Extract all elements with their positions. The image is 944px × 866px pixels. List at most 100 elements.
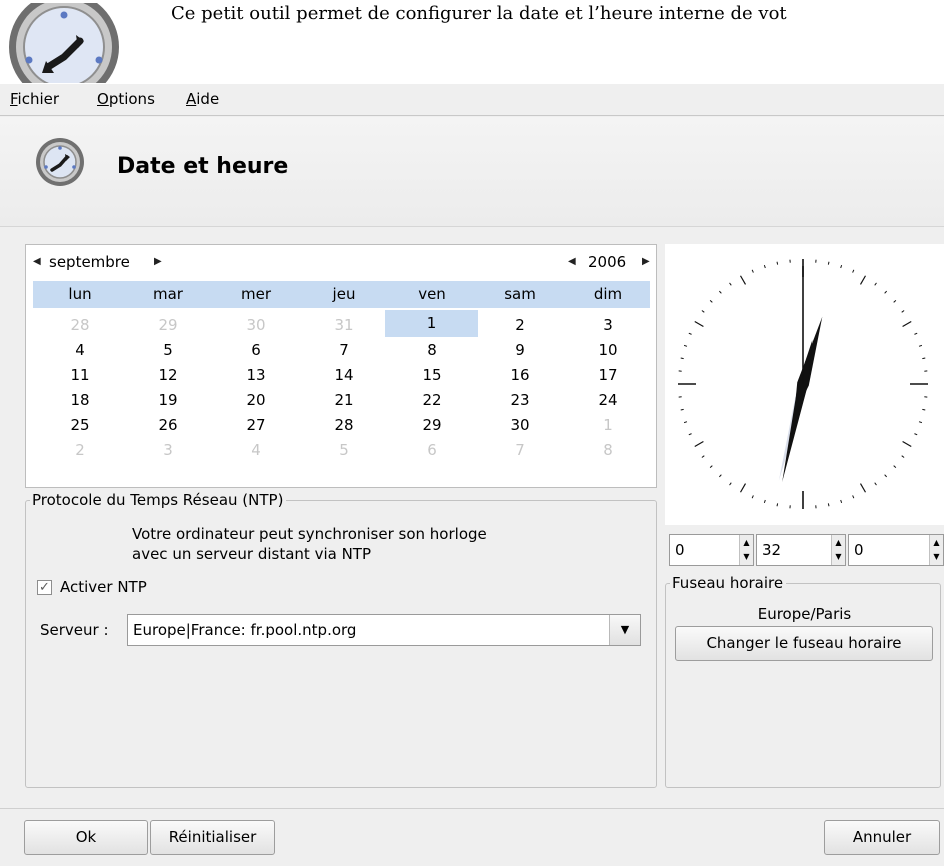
calendar-day[interactable]: 28 [40, 313, 120, 337]
menu-aide-label: ide [196, 90, 220, 108]
weekday-dim: dim [593, 285, 623, 303]
enable-ntp-label[interactable]: Activer NTP [60, 577, 147, 597]
ok-button[interactable]: Ok [24, 820, 148, 855]
enable-ntp-checkbox[interactable]: ✓ [37, 580, 52, 595]
calendar[interactable]: ◀ septembre ▶ ◀ 2006 ▶ lun mar mer jeu ven sa… [25, 244, 657, 488]
calendar-day[interactable]: 11 [40, 363, 120, 387]
calendar-day[interactable]: 1 [385, 310, 478, 337]
chevron-down-icon[interactable]: ▼ [609, 615, 640, 645]
seconds-spin-buttons: ▲ ▼ [929, 535, 943, 565]
hours-up-icon[interactable]: ▲ [740, 536, 753, 550]
calendar-day[interactable]: 22 [392, 388, 472, 412]
menu-fichier[interactable]: Fichier [10, 89, 59, 109]
calendar-day[interactable]: 23 [480, 388, 560, 412]
calendar-day[interactable]: 15 [392, 363, 472, 387]
menu-aide-mnemonic: A [186, 90, 197, 108]
weekday-jeu: jeu [332, 285, 356, 303]
menu-options-mnemonic: O [97, 90, 109, 108]
clock-minute-tick [874, 482, 877, 486]
reset-button[interactable]: Réinitialiser [150, 820, 275, 855]
calendar-day[interactable]: 31 [304, 313, 384, 337]
calendar-day[interactable]: 5 [128, 338, 208, 362]
seconds-up-icon[interactable]: ▲ [930, 536, 943, 550]
calendar-day[interactable]: 6 [392, 438, 472, 462]
server-select[interactable]: Europe|France: fr.pool.ntp.org ▼ [127, 614, 641, 646]
next-year-arrow-icon[interactable]: ▶ [642, 256, 650, 268]
calendar-day[interactable]: 2 [40, 438, 120, 462]
calendar-day[interactable]: 9 [480, 338, 560, 362]
hours-spin-buttons: ▲ ▼ [739, 535, 753, 565]
seconds-down-icon[interactable]: ▼ [930, 550, 943, 564]
clock-minute-tick [852, 495, 855, 499]
clock-minute-tick [827, 261, 830, 265]
prev-year-arrow-icon[interactable]: ◀ [568, 256, 576, 268]
title-banner: Date et heure [0, 117, 944, 227]
menu-aide[interactable]: Aide [186, 89, 219, 109]
calendar-day[interactable]: 25 [40, 413, 120, 437]
timezone-value: Europe/Paris [757, 605, 852, 623]
calendar-day[interactable]: 8 [568, 438, 648, 462]
calendar-day[interactable]: 10 [568, 338, 648, 362]
calendar-day[interactable]: 7 [304, 338, 384, 362]
calendar-day[interactable]: 5 [304, 438, 384, 462]
clock-hour-tick [902, 440, 912, 448]
calendar-day[interactable]: 17 [568, 363, 648, 387]
calendar-day[interactable]: 29 [128, 313, 208, 337]
clock-minute-tick [922, 357, 926, 360]
weekday-mer: mer [240, 285, 271, 303]
clock-minute-tick [688, 433, 692, 436]
calendar-day[interactable]: 30 [216, 313, 296, 337]
calendar-day[interactable]: 3 [128, 438, 208, 462]
calendar-day[interactable]: 18 [40, 388, 120, 412]
clock-minute-tick [683, 344, 688, 347]
clock-minute-tick [840, 499, 843, 504]
clock-minute-tick [709, 465, 713, 469]
clock-minute-tick [751, 269, 754, 273]
month-label[interactable]: septembre [49, 252, 130, 272]
calendar-day[interactable]: 28 [304, 413, 384, 437]
calendar-day[interactable]: 16 [480, 363, 560, 387]
clock-minute-tick [763, 499, 766, 504]
calendar-day[interactable]: 29 [392, 413, 472, 437]
calendar-day[interactable]: 7 [480, 438, 560, 462]
clock-minute-tick [718, 290, 722, 294]
hours-down-icon[interactable]: ▼ [740, 550, 753, 564]
calendar-day[interactable]: 2 [480, 313, 560, 337]
calendar-day[interactable]: 1 [568, 413, 648, 437]
calendar-day[interactable]: 13 [216, 363, 296, 387]
clock-icon [26, 137, 86, 187]
cancel-button[interactable]: Annuler [824, 820, 940, 855]
calendar-day[interactable]: 20 [216, 388, 296, 412]
calendar-day[interactable]: 4 [40, 338, 120, 362]
minutes-spinbox[interactable]: 32 ▲ ▼ [756, 534, 846, 566]
calendar-day[interactable]: 21 [304, 388, 384, 412]
clock-minute-tick [776, 503, 779, 507]
seconds-spinbox[interactable]: 0 ▲ ▼ [848, 534, 944, 566]
change-timezone-button[interactable]: Changer le fuseau horaire [675, 626, 933, 661]
hours-spinbox[interactable]: 0 ▲ ▼ [669, 534, 754, 566]
calendar-day[interactable]: 8 [392, 338, 472, 362]
calendar-day[interactable]: 24 [568, 388, 648, 412]
minutes-up-icon[interactable]: ▲ [832, 536, 845, 550]
clock-hour-tick [694, 320, 704, 328]
calendar-day[interactable]: 6 [216, 338, 296, 362]
ntp-description-line1: Votre ordinateur peut synchroniser son h… [132, 525, 487, 543]
calendar-day[interactable]: 30 [480, 413, 560, 437]
minutes-down-icon[interactable]: ▼ [832, 550, 845, 564]
checkmark-icon: ✓ [39, 580, 50, 595]
prev-month-arrow-icon[interactable]: ◀ [33, 256, 41, 268]
calendar-day[interactable]: 19 [128, 388, 208, 412]
calendar-day[interactable]: 3 [568, 313, 648, 337]
calendar-day[interactable]: 4 [216, 438, 296, 462]
year-label[interactable]: 2006 [588, 252, 626, 272]
menu-options[interactable]: Options [97, 89, 155, 109]
calendar-day[interactable]: 12 [128, 363, 208, 387]
calendar-day[interactable]: 14 [304, 363, 384, 387]
calendar-day[interactable]: 26 [128, 413, 208, 437]
next-month-arrow-icon[interactable]: ▶ [154, 256, 162, 268]
weekday-mar: mar [153, 285, 183, 303]
clock-hour-tick [859, 275, 867, 285]
clock-minute-tick [763, 264, 766, 269]
calendar-day[interactable]: 27 [216, 413, 296, 437]
clock-hour-tick [694, 440, 704, 448]
